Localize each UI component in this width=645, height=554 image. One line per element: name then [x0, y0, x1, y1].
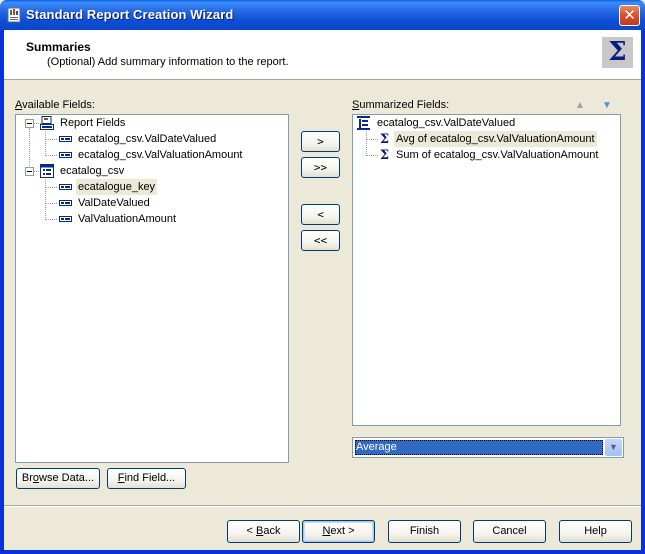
summary-sigma-icon: Σ [602, 37, 633, 68]
remove-field-button[interactable]: < [301, 204, 340, 225]
dialog-client: Summaries (Optional) Add summary informa… [4, 30, 641, 550]
tree-node-label: ecatalog_csv.ValDateValued [377, 117, 516, 129]
tree-node-report-fields[interactable]: Report Fields [16, 115, 286, 131]
tree-node-label: ecatalog_csv.ValValuationAmount [78, 149, 243, 161]
remove-all-fields-button[interactable]: << [301, 230, 340, 251]
tree-node-label: ValValuationAmount [78, 213, 177, 225]
collapse-icon[interactable] [25, 119, 34, 128]
available-fields-tree[interactable]: Report Fields ecatalog_csv.ValDateValued… [15, 114, 289, 463]
close-button[interactable]: ✕ [619, 5, 640, 26]
finish-button[interactable]: Finish [388, 520, 461, 543]
tree-node-summary[interactable]: Σ Sum of ecatalog_csv.ValValuationAmount [353, 147, 618, 163]
tree-node-field[interactable]: ecatalog_csv.ValValuationAmount [16, 147, 286, 163]
tree-node-label: Report Fields [60, 117, 126, 129]
table-icon [40, 164, 54, 178]
field-icon [59, 200, 72, 206]
field-icon [59, 184, 72, 190]
page-subtitle: (Optional) Add summary information to th… [47, 56, 289, 68]
tree-node-table[interactable]: ecatalog_csv [16, 163, 286, 179]
arrow-down-icon: ▼ [602, 100, 612, 111]
report-app-icon [7, 7, 21, 23]
browse-data-button[interactable]: Browse Data... [16, 468, 100, 489]
help-button[interactable]: Help [559, 520, 632, 543]
chevron-down-icon[interactable]: ▼ [605, 439, 622, 456]
tree-node-group[interactable]: ecatalog_csv.ValDateValued [353, 115, 618, 131]
window-title: Standard Report Creation Wizard [26, 7, 234, 22]
group-icon [357, 116, 370, 130]
field-icon [59, 152, 72, 158]
next-button[interactable]: Next > [302, 520, 375, 543]
move-down-button[interactable]: ▼ [602, 101, 612, 111]
tree-node-field[interactable]: ValValuationAmount [16, 211, 286, 227]
page-title: Summaries [26, 40, 91, 54]
sigma-icon: Σ [379, 132, 390, 147]
cancel-button[interactable]: Cancel [473, 520, 546, 543]
add-field-button[interactable]: > [301, 131, 340, 152]
add-all-fields-button[interactable]: >> [301, 157, 340, 178]
tree-node-label: ValDateValued [78, 197, 150, 209]
back-button[interactable]: < Back [227, 520, 300, 543]
summary-type-dropdown[interactable]: Average ▼ [352, 437, 624, 458]
field-icon [59, 216, 72, 222]
tree-node-label-selected: Avg of ecatalog_csv.ValValuationAmount [394, 131, 597, 147]
sigma-icon: Σ [379, 148, 390, 163]
summarized-fields-label: Summarized Fields: [352, 99, 450, 111]
tree-node-label-selected: ecatalogue_key [76, 179, 158, 195]
summarized-fields-tree[interactable]: ecatalog_csv.ValDateValued Σ Avg of ecat… [352, 114, 621, 426]
tree-node-field[interactable]: ValDateValued [16, 195, 286, 211]
tree-node-label: ecatalog_csv.ValDateValued [78, 133, 217, 145]
tree-node-label: Sum of ecatalog_csv.ValValuationAmount [396, 149, 599, 161]
tree-node-field[interactable]: ecatalogue_key [16, 179, 286, 195]
arrow-up-icon: ▲ [575, 100, 585, 111]
wizard-header: Summaries (Optional) Add summary informa… [4, 30, 641, 80]
field-icon [59, 136, 72, 142]
close-icon: ✕ [623, 6, 636, 24]
summary-type-value: Average [355, 440, 603, 455]
collapse-icon[interactable] [25, 167, 34, 176]
tree-node-label: ecatalog_csv [60, 165, 125, 177]
tree-node-summary[interactable]: Σ Avg of ecatalog_csv.ValValuationAmount [353, 131, 618, 147]
footer-divider [4, 505, 641, 507]
move-up-button[interactable]: ▲ [575, 101, 585, 111]
find-field-button[interactable]: Find Field... [107, 468, 186, 489]
title-bar[interactable]: Standard Report Creation Wizard ✕ [0, 0, 645, 30]
report-fields-icon [40, 116, 54, 130]
available-fields-label: Available Fields: [15, 99, 95, 111]
wizard-window: Standard Report Creation Wizard ✕ Summar… [0, 0, 645, 554]
tree-node-field[interactable]: ecatalog_csv.ValDateValued [16, 131, 286, 147]
